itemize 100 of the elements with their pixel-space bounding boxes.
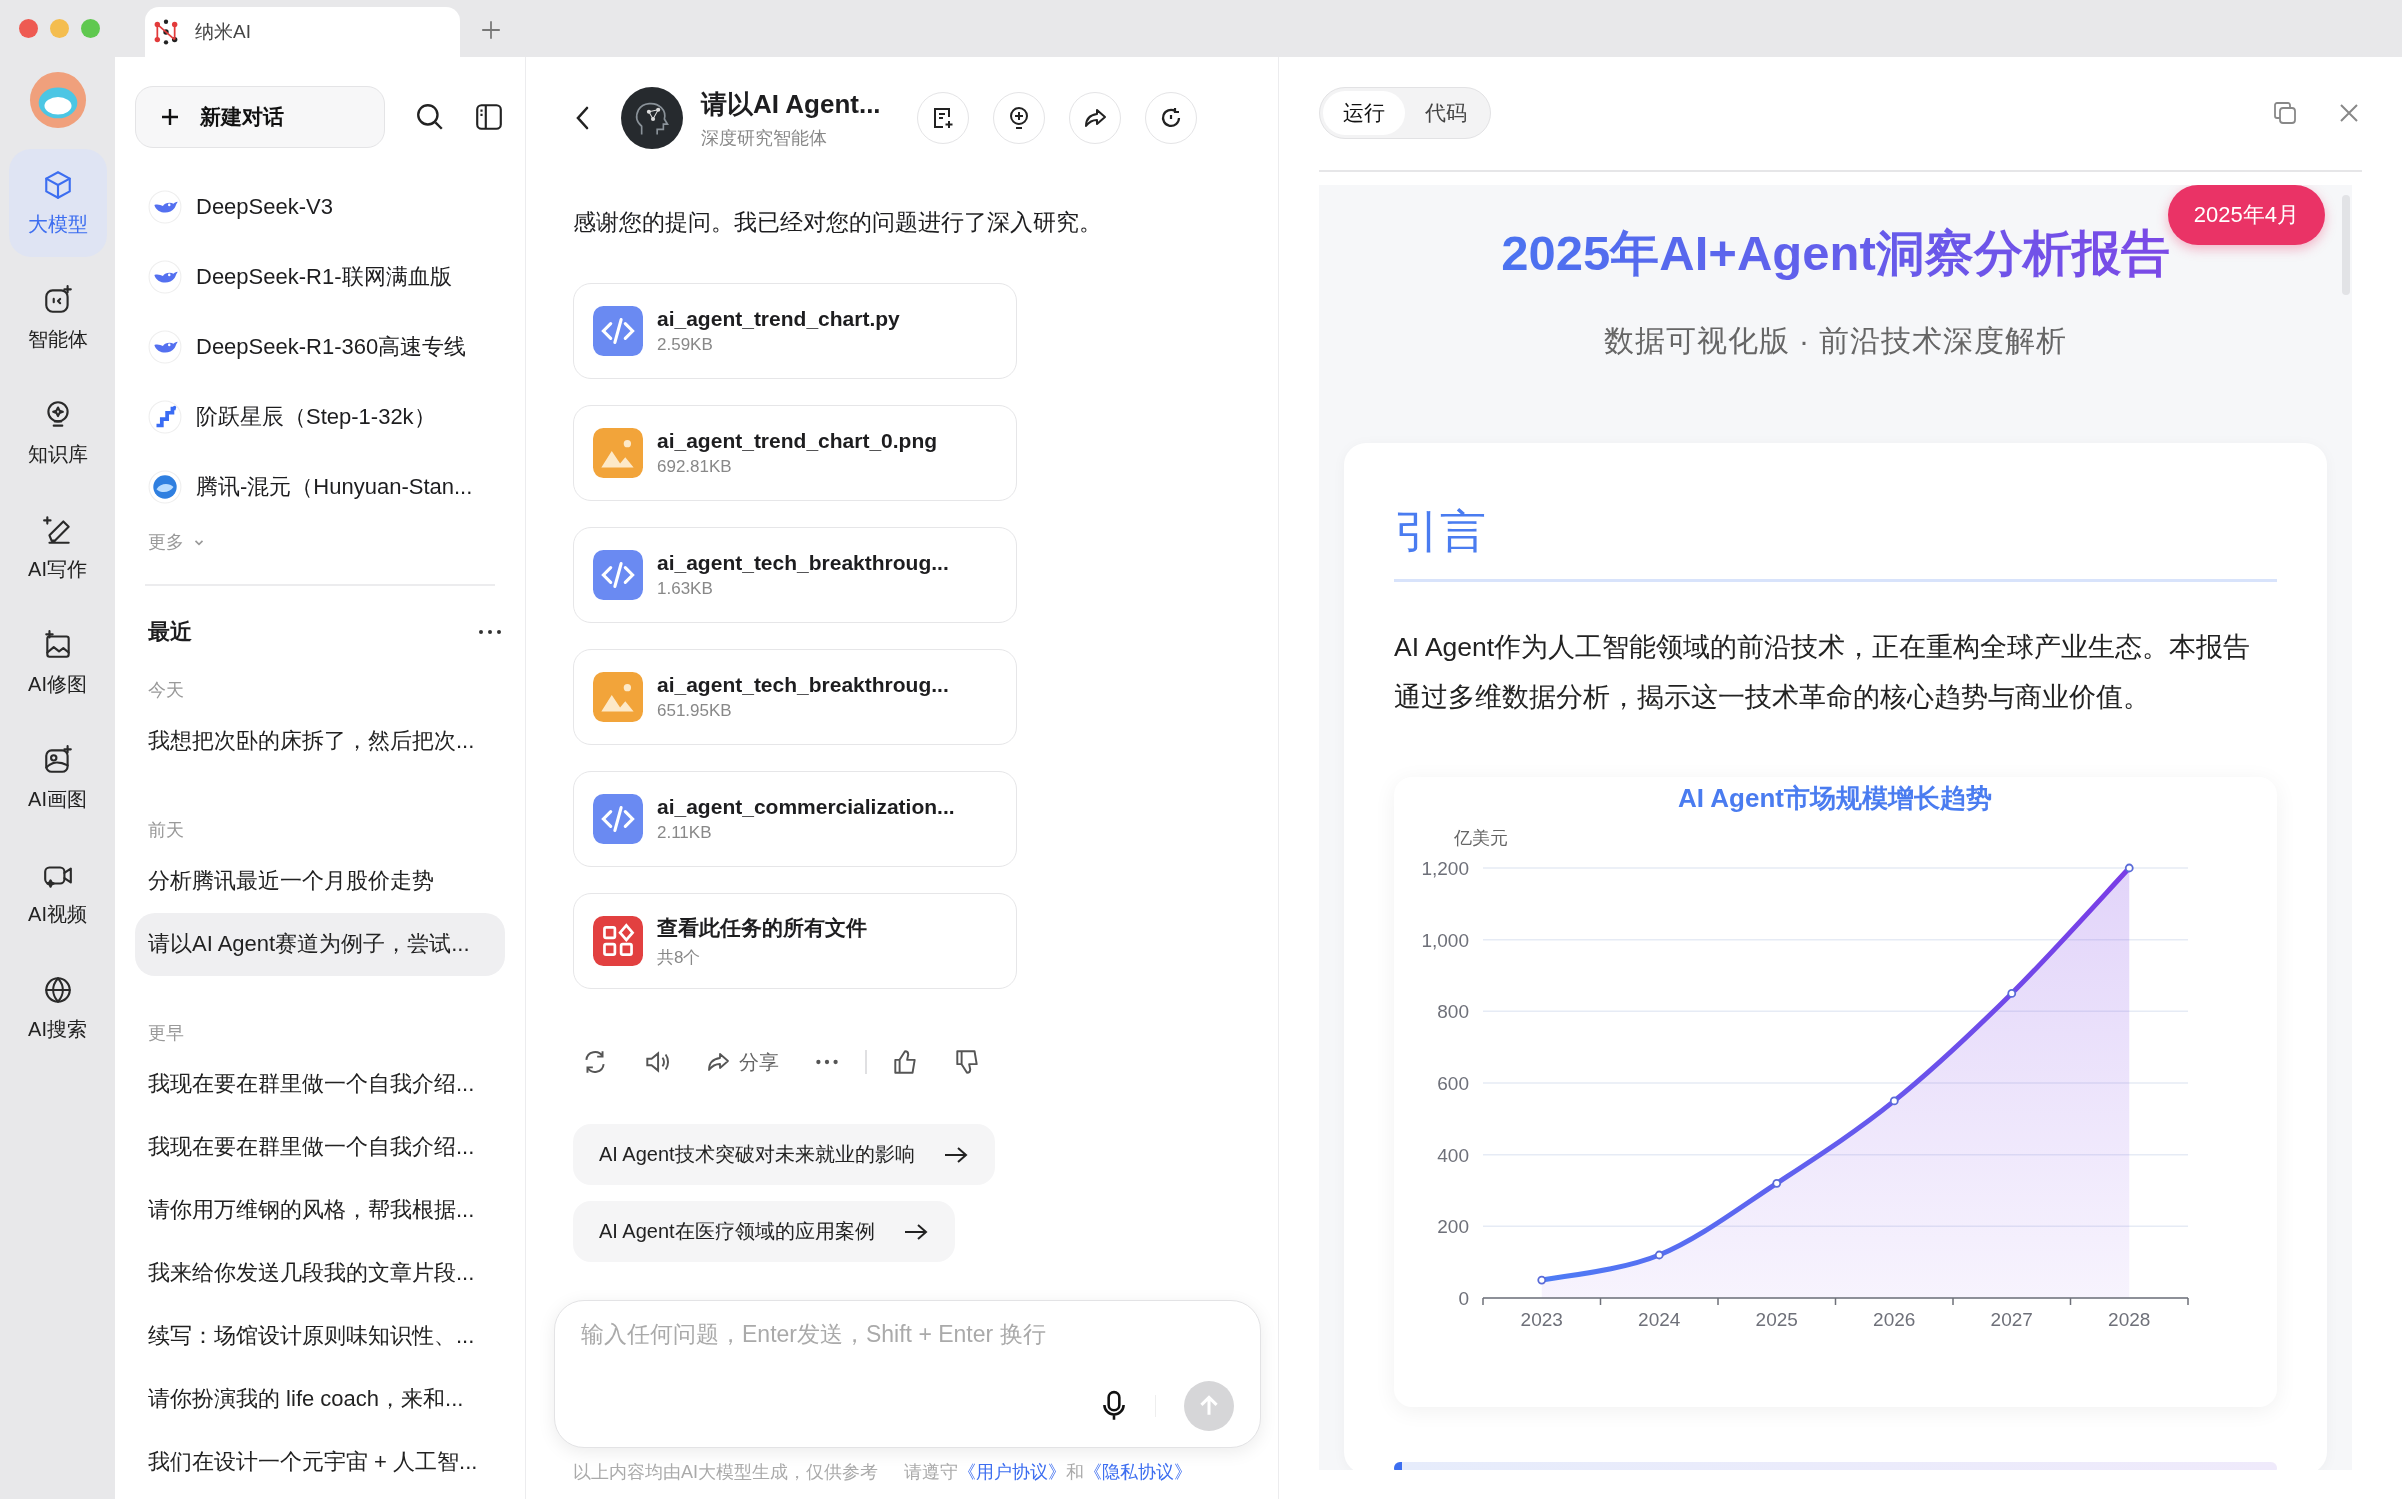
new-tab-icon[interactable]	[480, 19, 502, 41]
history-item[interactable]: 请你扮演我的 life coach，来和...	[135, 1367, 505, 1431]
x-tick-label: 2028	[2108, 1308, 2151, 1330]
file-name: ai_agent_trend_chart.py	[657, 307, 900, 331]
file-card[interactable]: 查看此任务的所有文件 共8个	[573, 893, 1017, 989]
file-size: 共8个	[657, 946, 702, 969]
file-card[interactable]: ai_agent_tech_breakthroug... 1.63KB	[573, 527, 1017, 623]
model-item[interactable]: DeepSeek-V3	[135, 172, 505, 242]
data-point	[2007, 988, 2017, 998]
model-logo-icon	[148, 190, 182, 224]
history-item[interactable]: 分析腾讯最近一个月股价走势	[135, 849, 505, 913]
nav-item[interactable]: AI画图	[8, 724, 107, 832]
nav-item[interactable]: AI视频	[8, 839, 107, 947]
model-logo-icon	[148, 260, 182, 294]
file-size: 692.81KB	[657, 457, 733, 477]
file-name: ai_agent_trend_chart_0.png	[657, 429, 938, 453]
nav-item[interactable]: 知识库	[8, 379, 107, 487]
more-icon[interactable]	[477, 627, 503, 636]
nav-item[interactable]: 大模型	[8, 149, 107, 257]
y-tick-label: 400	[1437, 1144, 1469, 1166]
file-name: 查看此任务的所有文件	[657, 914, 867, 941]
share-button[interactable]: 分享	[705, 1048, 779, 1076]
data-point	[1772, 1178, 1782, 1188]
data-point	[1537, 1275, 1547, 1284]
view-tab[interactable]: 运行	[1323, 91, 1405, 135]
group-label: 前天	[148, 818, 184, 842]
logo-icon	[153, 19, 179, 45]
file-card[interactable]: ai_agent_tech_breakthroug... 651.95KB	[573, 649, 1017, 745]
suggestion-chip[interactable]: AI Agent在医疗领域的应用案例	[573, 1201, 955, 1262]
x-tick-label: 2025	[1755, 1308, 1798, 1330]
x-tick-label: 2026	[1873, 1308, 1916, 1330]
new-chat-button[interactable]: 新建对话	[135, 86, 385, 148]
agent-avatar-icon	[621, 87, 683, 149]
data-point	[1889, 1096, 1899, 1105]
plus-icon	[160, 107, 180, 127]
message-input[interactable]: 输入任何问题，Enter发送，Shift + Enter 换行	[581, 1321, 1234, 1348]
model-item[interactable]: DeepSeek-R1-联网满血版	[135, 242, 505, 312]
model-item[interactable]: 腾讯-混元（Hunyuan-Stan...	[135, 452, 505, 522]
file-card[interactable]: ai_agent_commercialization... 2.11KB	[573, 771, 1017, 867]
suggestion-chip[interactable]: AI Agent技术突破对未来就业的影响	[573, 1124, 995, 1185]
answer-text: 感谢您的提问。我已经对您的问题进行了深入研究。	[573, 208, 1102, 237]
history-item[interactable]: 我现在要在群里做一个自我介绍...	[135, 1115, 505, 1179]
model-item[interactable]: DeepSeek-R1-360高速专线	[135, 312, 505, 382]
x-tick-label: 2023	[1520, 1308, 1563, 1330]
file-card[interactable]: ai_agent_trend_chart.py 2.59KB	[573, 283, 1017, 379]
report-subtitle: 数据可视化版 · 前沿技术深度解析	[1603, 323, 2068, 357]
nav-item[interactable]: AI修图	[8, 609, 107, 717]
nav-item[interactable]: 智能体	[8, 264, 107, 372]
image-file-icon	[593, 672, 643, 722]
model-logo-icon	[148, 470, 182, 504]
file-name: ai_agent_tech_breakthroug...	[657, 551, 949, 575]
history-item[interactable]: 我想把次卧的床拆了，然后把次...	[135, 709, 505, 773]
data-point	[2124, 863, 2134, 872]
file-name: ai_agent_tech_breakthroug...	[657, 673, 949, 697]
grid-icon	[593, 916, 643, 966]
y-tick-label: 1,200	[1421, 857, 1469, 879]
code-file-icon	[593, 794, 643, 844]
file-card[interactable]: ai_agent_trend_chart_0.png 692.81KB	[573, 405, 1017, 501]
close-window-button[interactable]	[19, 19, 38, 38]
y-tick-label: 1,000	[1421, 929, 1469, 951]
y-tick-label: 800	[1437, 1000, 1469, 1022]
search-icon[interactable]	[415, 102, 445, 132]
copy-icon[interactable]	[2272, 100, 2298, 126]
microphone-icon[interactable]	[1100, 1390, 1127, 1422]
group-label: 更早	[148, 1021, 184, 1045]
nav-item[interactable]: AI搜索	[8, 954, 107, 1062]
history-item[interactable]: 续写：场馆设计原则味知识性、...	[135, 1304, 505, 1368]
file-size: 1.63KB	[657, 579, 714, 599]
x-tick-label: 2024	[1638, 1308, 1681, 1330]
group-label: 今天	[148, 678, 184, 702]
view-tab[interactable]: 代码	[1405, 91, 1487, 135]
model-item[interactable]: 阶跃星辰（Step-1-32k）	[135, 382, 505, 452]
history-item[interactable]: 我们在设计一个元宇宙 + 人工智...	[135, 1430, 505, 1494]
report-title: 2025年AI+Agent洞察分析报告	[1501, 225, 2170, 280]
y-tick-label: 0	[1458, 1287, 1469, 1309]
history-item[interactable]: 我现在要在群里做一个自我介绍...	[135, 1052, 505, 1116]
data-point	[1654, 1250, 1664, 1259]
arrow-right-icon	[902, 1221, 929, 1242]
history-item[interactable]: 请你用万维钢的风格，帮我根据...	[135, 1178, 505, 1242]
sidebar-toggle-icon[interactable]	[474, 102, 504, 132]
section-heading: 引言	[1394, 504, 1486, 557]
nav-item[interactable]: AI写作	[8, 494, 107, 602]
user-agreement-link[interactable]: 《用户协议》	[958, 1462, 1066, 1482]
model-logo-icon	[148, 330, 182, 364]
terms-notice: 请遵守《用户协议》和《隐私协议》	[904, 1461, 1192, 1484]
arrow-right-icon	[942, 1144, 969, 1165]
section-title: 最近	[148, 617, 192, 646]
disclaimer-text: 以上内容均由AI大模型生成，仅供参考	[573, 1461, 878, 1484]
code-file-icon	[593, 550, 643, 600]
file-size: 2.11KB	[657, 823, 713, 843]
privacy-policy-link[interactable]: 《隐私协议》	[1084, 1462, 1192, 1482]
history-item[interactable]: 我来给你发送几段我的文章片段...	[135, 1241, 505, 1305]
history-item[interactable]: 请以AI Agent赛道为例子，尝试...	[135, 912, 505, 976]
x-tick-label: 2027	[1990, 1308, 2033, 1330]
chart-title: AI Agent市场规模增长趋势	[1678, 782, 1992, 813]
section-paragraph: AI Agent作为人工智能领域的前沿技术，正在重构全球产业生态。本报告通过多维数据分析，揭示这一技术革命的核心趋势与商业价值。	[1394, 630, 2252, 714]
file-size: 2.59KB	[657, 335, 714, 355]
browser-tab[interactable]: 纳米AI	[145, 7, 460, 57]
agent-name: 深度研究智能体	[701, 126, 828, 150]
axis-unit: 亿美元	[1454, 827, 1508, 848]
